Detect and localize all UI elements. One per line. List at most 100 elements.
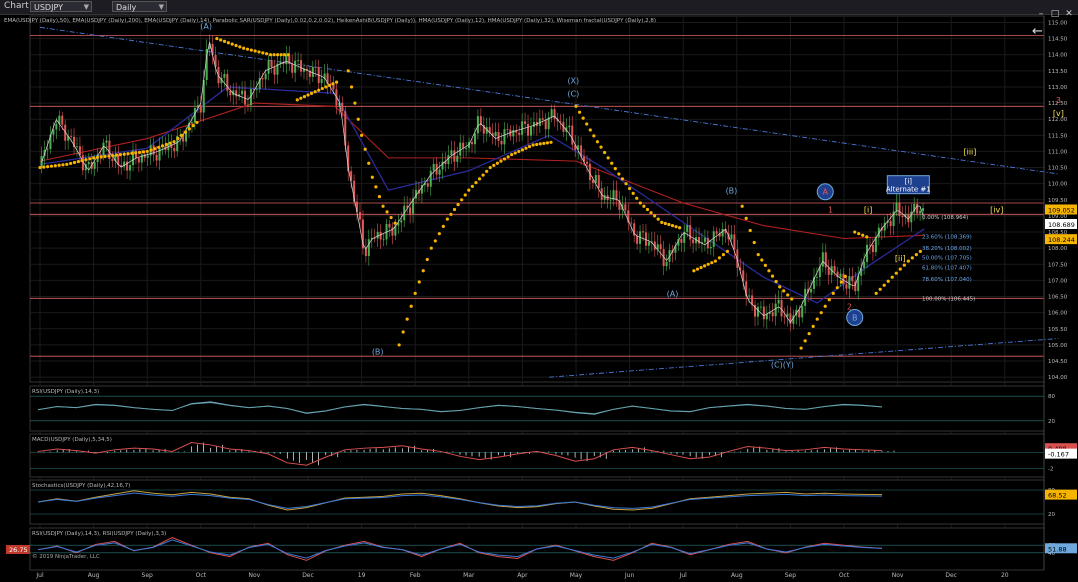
candle-body	[297, 60, 300, 61]
candle-body	[541, 118, 544, 120]
candle-body	[845, 284, 848, 289]
parabolic-sar-dot	[356, 117, 360, 121]
candle-body	[400, 220, 403, 223]
parabolic-sar-dot	[261, 51, 265, 55]
parabolic-sar-dot	[617, 172, 621, 176]
indicator-label: RSI(USDJPY (Daily),14,3)	[32, 389, 99, 395]
candle-body	[721, 228, 724, 237]
parabolic-sar-dot	[309, 91, 314, 95]
y-tick-label: 105.00	[1048, 343, 1068, 349]
parabolic-sar-dot	[429, 246, 433, 250]
price-marker-text: 108.244	[1048, 236, 1075, 244]
candle-body	[898, 202, 901, 216]
parabolic-sar-dot	[581, 116, 585, 120]
candle-body	[476, 116, 479, 134]
candle-body	[46, 149, 49, 151]
candle-body	[597, 175, 600, 189]
parabolic-sar-dot	[72, 160, 77, 165]
parabolic-sar-dot	[242, 46, 246, 50]
candle-body	[647, 241, 650, 246]
candle-body	[473, 133, 476, 145]
candle-body	[518, 132, 521, 135]
parabolic-sar-dot	[76, 159, 80, 164]
wave-label: 1	[828, 206, 833, 215]
candle-body	[255, 88, 258, 90]
back-arrow-icon[interactable]: ←	[1032, 24, 1043, 39]
parabolic-sar-dot	[531, 143, 535, 147]
chevron-down-icon: ▼	[158, 3, 164, 11]
fib-level-label: 0.00% (108.964)	[922, 215, 968, 221]
parabolic-sar-dot	[656, 217, 660, 221]
parabolic-sar-dot	[49, 164, 54, 168]
candle-body	[748, 295, 751, 297]
parabolic-sar-dot	[160, 144, 165, 148]
parabolic-sar-dot	[827, 298, 831, 302]
parabolic-sar-dot	[506, 155, 510, 159]
parabolic-sar-dot	[803, 339, 807, 343]
parabolic-sar-dot	[710, 261, 714, 265]
chart-canvas[interactable]: 0.00% (108.964) 23.60% (108.369) 38.20% (1…	[0, 14, 1078, 582]
parabolic-sar-dot	[385, 210, 389, 214]
candle-body	[756, 306, 759, 317]
symbol-select[interactable]: USDJPY ▼	[30, 1, 92, 12]
candle-body	[75, 146, 78, 148]
x-tick-label: Aug	[731, 572, 743, 579]
candle-body	[155, 154, 158, 161]
parabolic-sar-dot	[286, 53, 290, 57]
parabolic-sar-dot	[417, 280, 421, 284]
parabolic-sar-dot	[38, 165, 42, 170]
parabolic-sar-dot	[397, 343, 401, 347]
price-marker-text: 109.052	[1048, 206, 1075, 214]
parabolic-sar-dot	[295, 98, 299, 102]
candle-body	[497, 131, 500, 141]
parabolic-sar-dot	[141, 150, 145, 154]
candle-body	[889, 221, 892, 227]
candle-body	[868, 244, 871, 246]
parabolic-sar-dot	[898, 267, 902, 271]
parabolic-sar-dot	[245, 47, 250, 51]
candle-body	[524, 121, 527, 124]
candle-body	[839, 273, 842, 278]
parabolic-sar-dot	[279, 53, 283, 57]
timeframe-select[interactable]: Daily ▼	[112, 1, 167, 12]
parabolic-sar-dot	[324, 85, 328, 89]
indicator-value-text: 68.52	[1048, 492, 1067, 500]
candle-body	[774, 303, 777, 317]
candle-body	[456, 155, 459, 162]
parabolic-sar-dot	[725, 249, 730, 254]
candle-body	[759, 306, 762, 308]
wave-label: (B)	[372, 348, 384, 357]
parabolic-sar-dot	[874, 291, 878, 295]
parabolic-sar-dot	[456, 203, 460, 207]
indicator-pane-frame	[29, 479, 1045, 525]
parabolic-sar-dot	[222, 39, 227, 43]
candle-body	[382, 239, 385, 241]
parabolic-sar-dot	[42, 165, 46, 169]
parabolic-sar-dot	[69, 161, 73, 166]
candle-body	[291, 63, 294, 73]
candle-body	[432, 163, 435, 171]
parabolic-sar-dot	[367, 161, 371, 165]
parabolic-sar-dot	[549, 140, 553, 144]
parabolic-sar-dot	[756, 253, 760, 257]
candle-body	[450, 150, 453, 156]
candle-body	[367, 239, 370, 257]
candle-body	[715, 231, 718, 234]
parabolic-sar-dot	[191, 124, 195, 128]
candle-body	[314, 67, 317, 68]
indicator-y-tick: 20	[1048, 512, 1055, 518]
parabolic-sar-dot	[890, 275, 894, 279]
candle-body	[241, 90, 244, 95]
parabolic-sar-dot	[238, 45, 242, 49]
parabolic-sar-dot	[485, 169, 489, 173]
candle-body	[87, 161, 90, 165]
candle-body	[129, 165, 132, 171]
timeframe-value: Daily	[116, 3, 137, 12]
parabolic-sar-dot	[153, 147, 157, 151]
parabolic-sar-dot	[853, 230, 857, 234]
parabolic-sar-dot	[65, 162, 69, 166]
parabolic-sar-dot	[878, 287, 882, 291]
parabolic-sar-dot	[61, 163, 65, 167]
x-tick-label: Sep	[785, 572, 797, 579]
parabolic-sar-dot	[215, 36, 219, 41]
